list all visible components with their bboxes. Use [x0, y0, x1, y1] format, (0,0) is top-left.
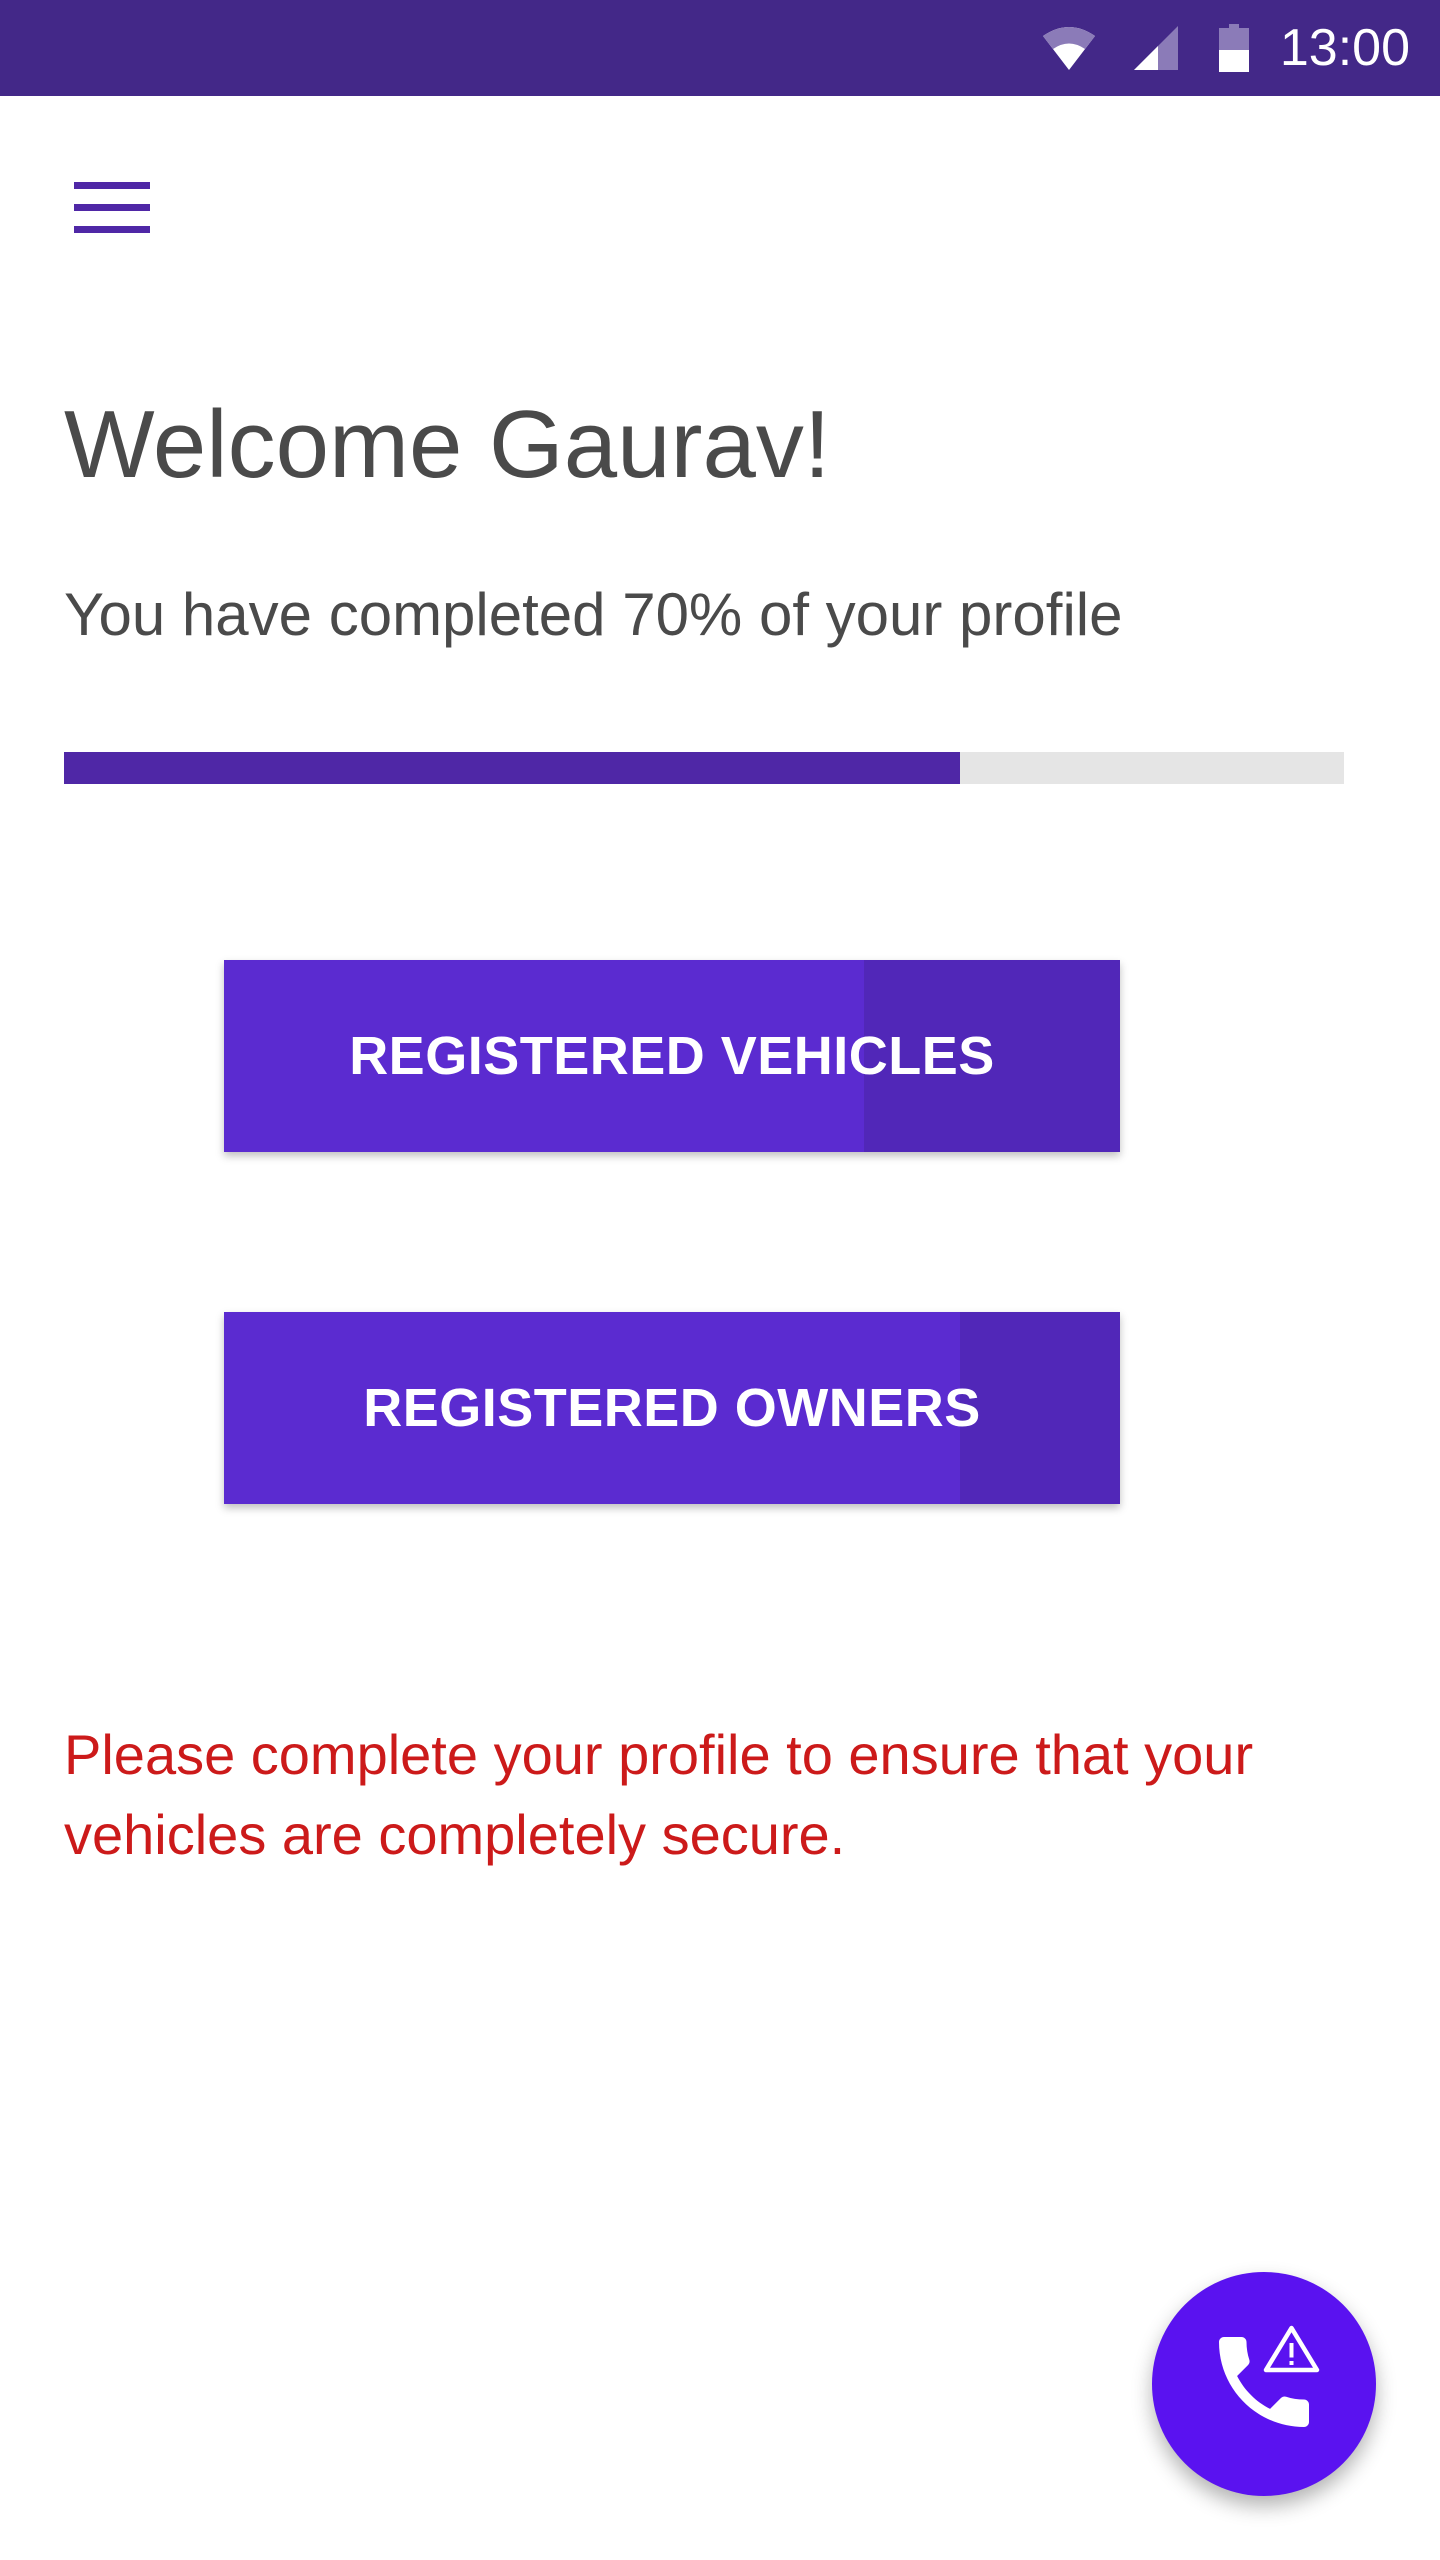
profile-warning-text: Please complete your profile to ensure t…	[64, 1723, 1254, 1866]
welcome-title: Welcome Gaurav!	[64, 391, 831, 498]
profile-progress-bar	[64, 752, 1344, 784]
status-time: 13:00	[1279, 19, 1410, 77]
registered-owners-button[interactable]: REGISTERED OWNERS	[224, 1312, 1120, 1504]
profile-progress-fill	[64, 752, 960, 784]
registered-vehicles-button[interactable]: REGISTERED VEHICLES	[224, 960, 1120, 1152]
wifi-icon	[1034, 0, 1104, 96]
emergency-call-button[interactable]	[1152, 2272, 1376, 2496]
battery-icon	[1212, 0, 1256, 96]
registered-vehicles-label: REGISTERED VEHICLES	[349, 1026, 995, 1086]
menu-button[interactable]	[60, 170, 164, 250]
status-bar: 13:00	[0, 0, 1440, 96]
registered-owners-label: REGISTERED OWNERS	[363, 1378, 981, 1438]
hamburger-menu-icon	[74, 181, 150, 239]
emergency-call-icon	[1204, 2322, 1324, 2447]
button-highlight	[960, 1312, 1120, 1504]
cell-signal-icon	[1124, 0, 1188, 96]
profile-progress-text: You have completed 70% of your profile	[64, 581, 1123, 648]
